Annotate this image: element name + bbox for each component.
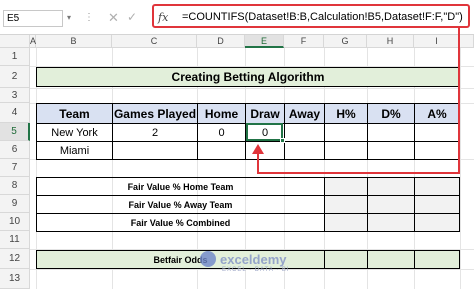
cell-h5[interactable] <box>367 123 415 142</box>
cell-h10[interactable] <box>367 213 415 232</box>
annotation-arrowhead-icon <box>252 144 264 154</box>
row-header-9[interactable]: 9 <box>0 195 30 213</box>
cell-c6[interactable] <box>112 141 198 160</box>
row-header-3[interactable]: 3 <box>0 88 30 103</box>
sheet-title[interactable]: Creating Betting Algorithm <box>36 67 460 87</box>
name-box[interactable]: E5 <box>3 10 63 27</box>
header-d-percent[interactable]: D% <box>367 103 415 124</box>
header-team[interactable]: Team <box>36 103 113 124</box>
cell-i6[interactable] <box>414 141 460 160</box>
header-home[interactable]: Home <box>197 103 246 124</box>
row-header-2[interactable]: 2 <box>0 66 30 88</box>
cell-h9[interactable] <box>367 195 415 214</box>
cell-f6[interactable] <box>284 141 325 160</box>
row-header-8[interactable]: 8 <box>0 177 30 195</box>
cell-d6[interactable] <box>197 141 246 160</box>
header-games-played[interactable]: Games Played <box>112 103 198 124</box>
formula-bar: E5 ▾ ⋮ ✕ ✓ fx =COUNTIFS(Dataset!B:B,Calc… <box>0 0 474 35</box>
watermark-brand: exceldemy <box>220 251 287 267</box>
header-a-percent[interactable]: A% <box>414 103 460 124</box>
cell-h8[interactable] <box>367 177 415 196</box>
cancel-icon[interactable]: ✕ <box>108 10 119 25</box>
annotation-arrow-horizontal <box>257 172 460 174</box>
cell-g5[interactable] <box>324 123 368 142</box>
cell-g6[interactable] <box>324 141 368 160</box>
annotation-arrow-stem <box>257 152 259 174</box>
header-draw[interactable]: Draw <box>245 103 285 124</box>
name-box-dropdown-icon[interactable]: ▾ <box>67 10 71 25</box>
row-header-13[interactable]: 13 <box>0 269 30 289</box>
column-header-i[interactable]: I <box>414 35 460 48</box>
label-fair-value-home[interactable]: Fair Value % Home Team <box>36 177 325 196</box>
cell-b6[interactable]: Miami <box>36 141 113 160</box>
row-header-7[interactable]: 7 <box>0 159 30 177</box>
column-header-c[interactable]: C <box>112 35 197 48</box>
cell-i10[interactable] <box>414 213 460 232</box>
column-header-j[interactable] <box>460 35 474 48</box>
cell-g9[interactable] <box>324 195 368 214</box>
cell-g12[interactable] <box>324 250 368 269</box>
select-all-corner[interactable] <box>0 35 30 48</box>
row-header-11[interactable]: 11 <box>0 231 30 249</box>
label-fair-value-away[interactable]: Fair Value % Away Team <box>36 195 325 214</box>
header-h-percent[interactable]: H% <box>324 103 368 124</box>
enter-icon[interactable]: ✓ <box>127 10 137 25</box>
row-header-12[interactable]: 12 <box>0 249 30 269</box>
cell-h12[interactable] <box>367 250 415 269</box>
row-header-5[interactable]: 5 <box>0 123 30 141</box>
column-header-g[interactable]: G <box>324 35 367 48</box>
cell-i12[interactable] <box>414 250 460 269</box>
cell-c5[interactable]: 2 <box>112 123 198 142</box>
cell-e6[interactable] <box>245 141 285 160</box>
cell-g10[interactable] <box>324 213 368 232</box>
cell-d5[interactable]: 0 <box>197 123 246 142</box>
header-away[interactable]: Away <box>284 103 325 124</box>
cell-i5[interactable] <box>414 123 460 142</box>
column-header-d[interactable]: D <box>197 35 245 48</box>
cell-g8[interactable] <box>324 177 368 196</box>
cell-b5[interactable]: New York <box>36 123 113 142</box>
watermark: exceldemy <box>200 251 287 267</box>
active-cell-selection[interactable] <box>246 123 283 141</box>
gridline <box>460 48 461 289</box>
row-header-1[interactable]: 1 <box>0 48 30 66</box>
cell-i9[interactable] <box>414 195 460 214</box>
cell-i8[interactable] <box>414 177 460 196</box>
gridline <box>30 88 474 89</box>
watermark-tagline: EXCEL · DATA · BI <box>222 267 290 273</box>
formula-highlight-box <box>152 4 470 28</box>
row-header-10[interactable]: 10 <box>0 213 30 231</box>
exceldemy-logo-icon <box>200 251 216 267</box>
row-header-6[interactable]: 6 <box>0 141 30 159</box>
column-header-f[interactable]: F <box>284 35 324 48</box>
column-header-h[interactable]: H <box>367 35 414 48</box>
column-header-e[interactable]: E <box>245 35 284 48</box>
row-header-4[interactable]: 4 <box>0 103 30 123</box>
more-options-icon[interactable]: ⋮ <box>84 10 95 25</box>
fill-handle[interactable] <box>280 138 285 143</box>
cell-h6[interactable] <box>367 141 415 160</box>
column-header-b[interactable]: B <box>36 35 112 48</box>
cell-f5[interactable] <box>284 123 325 142</box>
annotation-arrow-vertical <box>458 28 460 174</box>
label-fair-value-combined[interactable]: Fair Value % Combined <box>36 213 325 232</box>
